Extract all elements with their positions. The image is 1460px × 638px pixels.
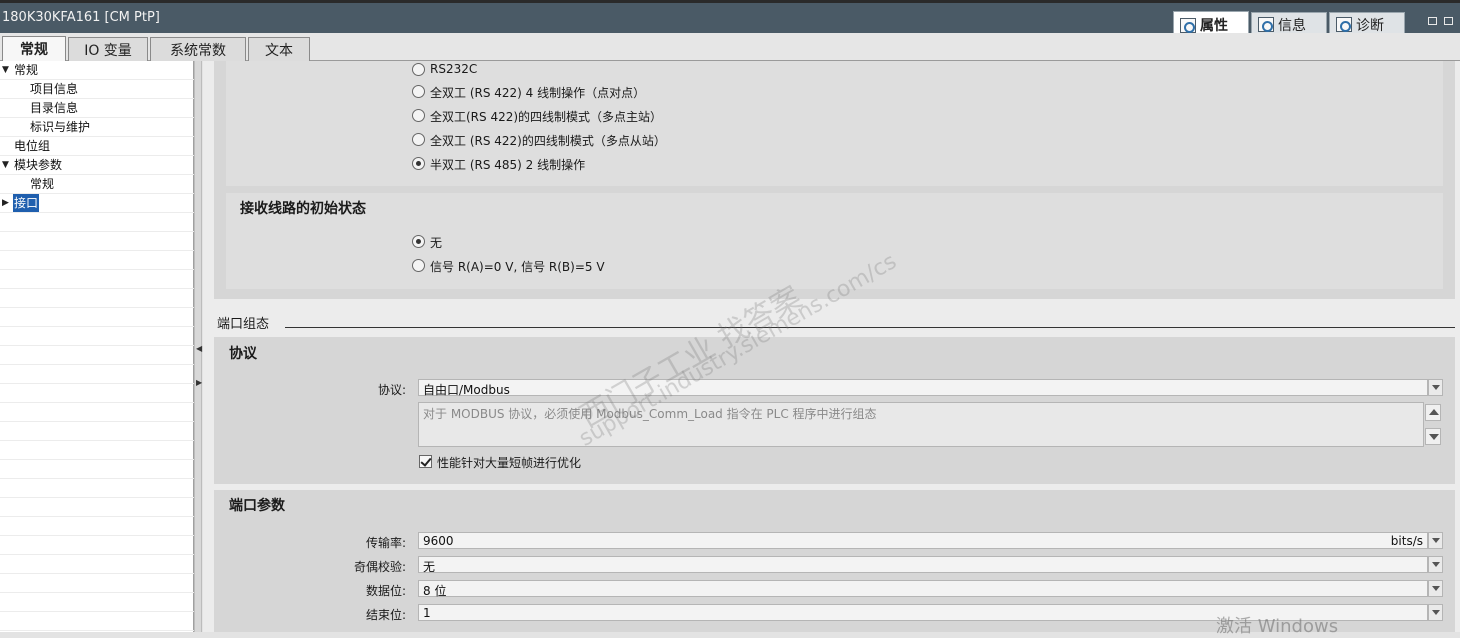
parity-dropdown-icon[interactable] [1428, 556, 1443, 573]
receive-line-group: 接收线路的初始状态 无 信号 R(A)=0 V, 信号 R(B)=5 V [226, 193, 1443, 289]
baud-dropdown-icon[interactable] [1428, 532, 1443, 549]
windows-activation-overlay: 激活 Windows [1216, 616, 1339, 637]
scroll-up-icon[interactable] [1425, 404, 1441, 421]
tree-item-potential-group[interactable]: 电位组 [0, 137, 194, 156]
databits-label: 数据位: [365, 584, 406, 598]
scroll-down-icon[interactable] [1425, 428, 1441, 445]
tree-item-identification[interactable]: 标识与维护 [0, 118, 194, 137]
protocol-label: 协议: [377, 383, 406, 397]
restore-icon[interactable] [1428, 17, 1437, 25]
interface-group: RS232C 全双工 (RS 422) 4 线制操作（点对点） 全双工(RS 4… [214, 61, 1455, 299]
tab-properties-label: 属性 [1200, 18, 1228, 34]
stopbits-dropdown-icon[interactable] [1428, 604, 1443, 621]
properties-content: RS232C 全双工 (RS 422) 4 线制操作（点对点） 全双工(RS 4… [203, 61, 1460, 632]
radio-none-label: 无 [430, 236, 443, 250]
parity-select[interactable]: 无 [418, 556, 1428, 574]
operating-mode-group: RS232C 全双工 (RS 422) 4 线制操作（点对点） 全双工(RS 4… [226, 61, 1443, 186]
protocol-dropdown-icon[interactable] [1428, 379, 1443, 396]
protocol-group: 协议 协议: 自由口/Modbus 对于 MODBUS 协议，必须使用 Modb… [214, 337, 1455, 484]
port-params-group: 端口参数 传输率: 9600 bits/s 奇偶校验: 无 数据位: 8 位 结… [214, 490, 1455, 632]
collapse-left-icon[interactable]: ◀ [196, 343, 202, 355]
info-icon [1258, 17, 1274, 32]
tab-diagnostics-label: 诊断 [1356, 17, 1384, 34]
stopbits-label: 结束位: [365, 608, 406, 622]
expanded-arrow-icon[interactable]: ▼ [2, 61, 9, 79]
optimize-label: 性能针对大量短帧进行优化 [437, 456, 582, 470]
radio-rs232c-label: RS232C [430, 62, 478, 76]
protocol-select[interactable]: 自由口/Modbus [418, 379, 1428, 397]
radio-rs422-master-label: 全双工(RS 422)的四线制模式（多点主站） [430, 110, 663, 124]
port-params-title: 端口参数 [229, 498, 285, 514]
parity-label: 奇偶校验: [353, 560, 406, 574]
tree-item-project-info[interactable]: 项目信息 [0, 80, 194, 99]
tab-diagnostics[interactable]: 诊断 [1329, 12, 1405, 34]
baud-unit: bits/s [1390, 534, 1423, 548]
protocol-group-title: 协议 [229, 346, 257, 362]
baud-label: 传输率: [365, 536, 406, 550]
tree-item-general[interactable]: ▼ 常规 [0, 61, 194, 80]
databits-dropdown-icon[interactable] [1428, 580, 1443, 597]
radio-rs485-label: 半双工 (RS 485) 2 线制操作 [430, 158, 586, 172]
section-divider [285, 327, 1455, 328]
receive-line-title: 接收线路的初始状态 [240, 201, 366, 217]
radio-rs232c[interactable] [412, 63, 425, 76]
tab-texts[interactable]: 文本 [248, 37, 310, 61]
optimize-checkbox[interactable] [419, 455, 432, 468]
port-config-label: 端口组态 [217, 317, 270, 332]
tab-info[interactable]: 信息 [1251, 12, 1327, 34]
tree-item-module-general[interactable]: 常规 [0, 175, 194, 194]
panel-splitter[interactable]: ◀ ▶ [194, 61, 202, 632]
databits-select[interactable]: 8 位 [418, 580, 1428, 598]
protocol-note: 对于 MODBUS 协议，必须使用 Modbus_Comm_Load 指令在 P… [418, 402, 1424, 447]
tree-item-module-params[interactable]: ▼ 模块参数 [0, 156, 194, 175]
tab-system-constants[interactable]: 系统常数 [150, 37, 246, 61]
tree-item-catalog-info[interactable]: 目录信息 [0, 99, 194, 118]
expand-right-icon[interactable]: ▶ [196, 377, 202, 389]
radio-signal[interactable] [412, 259, 425, 272]
radio-rs422-p2p[interactable] [412, 85, 425, 98]
radio-rs422-slave[interactable] [412, 133, 425, 146]
navigation-tree: ▼ 常规 项目信息 目录信息 标识与维护 电位组 ▼ 模块参数 常规 ▶ 接口 [0, 61, 194, 632]
tab-io-tags[interactable]: IO 变量 [68, 37, 148, 61]
baud-rate-select[interactable]: 9600 bits/s [418, 532, 1428, 549]
radio-none[interactable] [412, 235, 425, 248]
expanded-arrow-icon[interactable]: ▼ [2, 156, 9, 174]
radio-rs422-p2p-label: 全双工 (RS 422) 4 线制操作（点对点） [430, 86, 646, 100]
tab-general[interactable]: 常规 [2, 36, 66, 62]
radio-rs422-slave-label: 全双工 (RS 422)的四线制模式（多点从站） [430, 134, 666, 148]
diagnostics-icon [1336, 17, 1352, 32]
title-bar: 180K30KFA161 [CM PtP] 属性 信息 诊断 [0, 0, 1460, 36]
tree-item-interface[interactable]: ▶ 接口 [0, 194, 194, 213]
radio-rs485[interactable] [412, 157, 425, 170]
collapsed-arrow-icon[interactable]: ▶ [2, 194, 9, 212]
window-title: 180K30KFA161 [CM PtP] [2, 10, 160, 25]
radio-rs422-master[interactable] [412, 109, 425, 122]
menu-icon[interactable] [1444, 17, 1453, 25]
tab-info-label: 信息 [1278, 17, 1306, 34]
properties-icon [1180, 17, 1196, 33]
tab-bar: 常规 IO 变量 系统常数 文本 [0, 33, 1460, 62]
radio-signal-label: 信号 R(A)=0 V, 信号 R(B)=5 V [430, 260, 605, 274]
